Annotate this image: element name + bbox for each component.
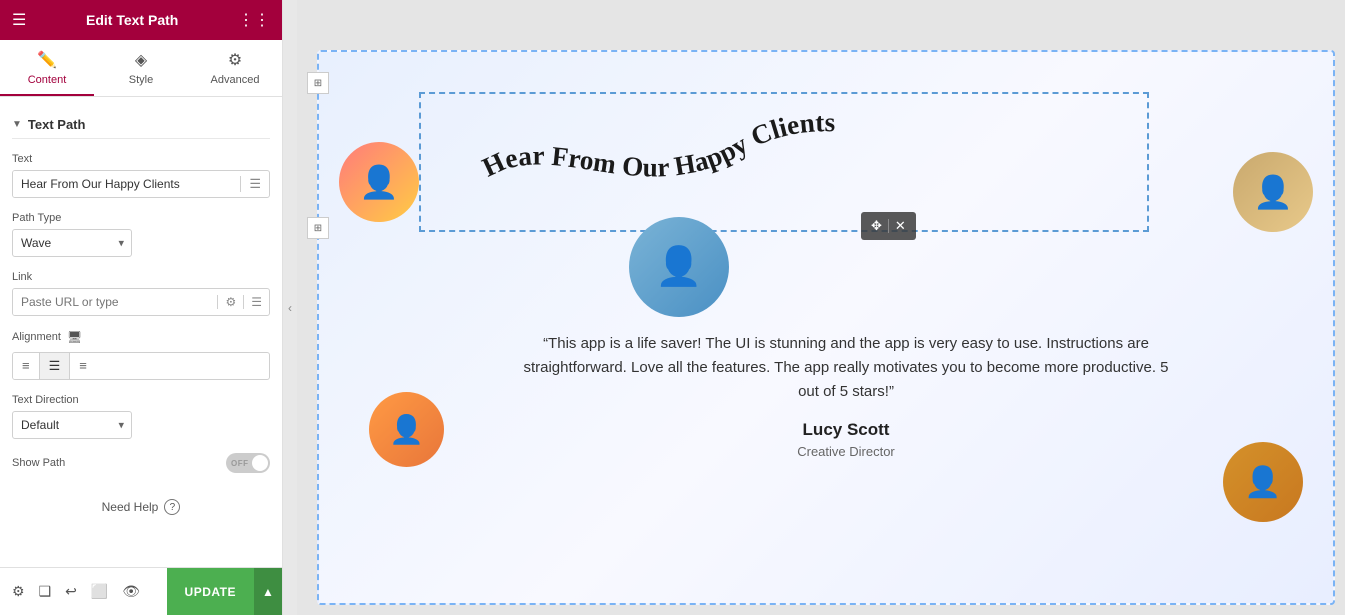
update-button[interactable]: UPDATE [167,568,254,615]
section-arrow: ▼ [12,119,22,130]
profile-top-left: 👤 [339,142,419,222]
link-gear-icon[interactable]: ⚙ [217,295,243,309]
profile-bottom-right: 👤 [1223,442,1303,522]
testimonial-area: “This app is a life saver! The UI is stu… [519,332,1173,459]
help-circle-icon[interactable]: ? [164,499,180,515]
style-tab-label: Style [129,74,153,86]
align-right-btn[interactable]: ≡ [70,353,96,379]
content-tab-icon: ✏️ [37,50,57,70]
left-panel: ☰ Edit Text Path ⋮⋮ ✏️ Content ◈ Style ⚙… [0,0,283,615]
avatar-bottom-right: 👤 [1244,465,1281,500]
profile-mid-center: 👤 [629,217,729,317]
panel-tabs: ✏️ Content ◈ Style ⚙ Advanced [0,40,282,97]
element-toolbar: ✥ ✕ [861,212,916,240]
path-type-select[interactable]: Arc Wave Spiral Circle [12,229,132,257]
section-label: Text Path [28,117,86,132]
panel-header: ☰ Edit Text Path ⋮⋮ [0,0,282,40]
block-handle-top[interactable]: ⊞ [307,72,329,94]
profile-top-right: 👤 [1233,152,1313,232]
text-options-icon[interactable]: ☰ [240,176,269,192]
section-header: ▼ Text Path [12,109,270,139]
footer-responsive-icon[interactable]: ⬜ [91,583,108,600]
avatar-bottom-left: 👤 [389,413,424,446]
profile-bottom-left: 👤 [369,392,444,467]
avatar-top-right: 👤 [1253,173,1293,211]
advanced-tab-icon: ⚙ [228,50,242,70]
show-path-row: Show Path OFF [12,453,270,473]
toggle-off-label: OFF [231,459,249,468]
toggle-thumb [252,455,268,471]
link-input-wrapper: ⚙ ☰ [12,288,270,316]
panel-title: Edit Text Path [86,12,178,28]
text-path-container: ✥ ✕ Hear From Our Happy Clients [419,92,1149,232]
text-direction-select-wrapper: Default RTL LTR [12,411,132,439]
text-direction-label: Text Direction [12,394,270,406]
tab-advanced[interactable]: ⚙ Advanced [188,40,282,96]
advanced-tab-label: Advanced [211,74,260,86]
text-input[interactable] [13,171,240,197]
show-path-label: Show Path [12,457,65,469]
alignment-form-row: Alignment 🖥 ≡ ☰ ≡ [12,330,270,380]
text-form-row: Text ☰ [12,153,270,198]
text-direction-select[interactable]: Default RTL LTR [12,411,132,439]
text-input-wrapper: ☰ [12,170,270,198]
alignment-label: Alignment [12,331,61,343]
footer-undo-icon[interactable]: ↩ [65,583,77,600]
path-type-label: Path Type [12,212,270,224]
content-tab-label: Content [28,74,67,86]
link-list-icon[interactable]: ☰ [243,295,269,309]
need-help-section[interactable]: Need Help ? [12,487,270,527]
avatar-top-left: 👤 [359,163,399,201]
right-canvas: ⊞ ⊞ ✥ ✕ Hear From Our Happy Clients [297,0,1345,615]
testimonial-quote: “This app is a life saver! The UI is stu… [519,332,1173,404]
testimonial-title: Creative Director [519,444,1173,459]
tab-content[interactable]: ✏️ Content [0,40,94,96]
path-type-form-row: Path Type Arc Wave Spiral Circle [12,212,270,257]
text-direction-form-row: Text Direction Default RTL LTR [12,394,270,439]
block-handle-mid[interactable]: ⊞ [307,217,329,239]
alignment-buttons: ≡ ☰ ≡ [12,352,270,380]
panel-footer: ⚙ ❑ ↩ ⬜ 👁 UPDATE ▲ [0,567,282,615]
need-help-label: Need Help [102,500,159,514]
update-dropdown-btn[interactable]: ▲ [254,568,282,615]
link-label: Link [12,271,270,283]
hamburger-icon[interactable]: ☰ [12,10,26,30]
show-path-toggle[interactable]: OFF [226,453,270,473]
align-center-btn[interactable]: ☰ [40,353,71,379]
grid-icon[interactable]: ⋮⋮ [238,10,270,30]
avatar-mid-center: 👤 [655,245,702,289]
link-form-row: Link ⚙ ☰ [12,271,270,316]
close-icon[interactable]: ✕ [893,216,908,236]
text-label: Text [12,153,270,165]
align-left-btn[interactable]: ≡ [13,353,40,379]
move-icon[interactable]: ✥ [869,216,884,236]
link-input[interactable] [13,289,217,315]
monitor-icon: 🖥 [67,330,82,344]
tab-style[interactable]: ◈ Style [94,40,188,96]
curved-text-svg: Hear From Our Happy Clients [421,94,1147,230]
footer-eye-icon[interactable]: 👁 [122,583,140,600]
footer-icons: ⚙ ❑ ↩ ⬜ 👁 [0,583,167,600]
style-tab-icon: ◈ [135,50,147,70]
canvas-inner: ⊞ ⊞ ✥ ✕ Hear From Our Happy Clients [317,50,1335,605]
toolbar-separator [888,219,889,233]
curved-text: Hear From Our Happy Clients [478,107,836,182]
collapse-handle[interactable]: ‹ [283,0,297,615]
path-type-select-wrapper: Arc Wave Spiral Circle [12,229,132,257]
panel-body: ▼ Text Path Text ☰ Path Type Arc Wave Sp… [0,97,282,567]
footer-settings-icon[interactable]: ⚙ [12,583,25,600]
footer-layers-icon[interactable]: ❑ [39,583,52,600]
testimonial-name: Lucy Scott [519,420,1173,440]
